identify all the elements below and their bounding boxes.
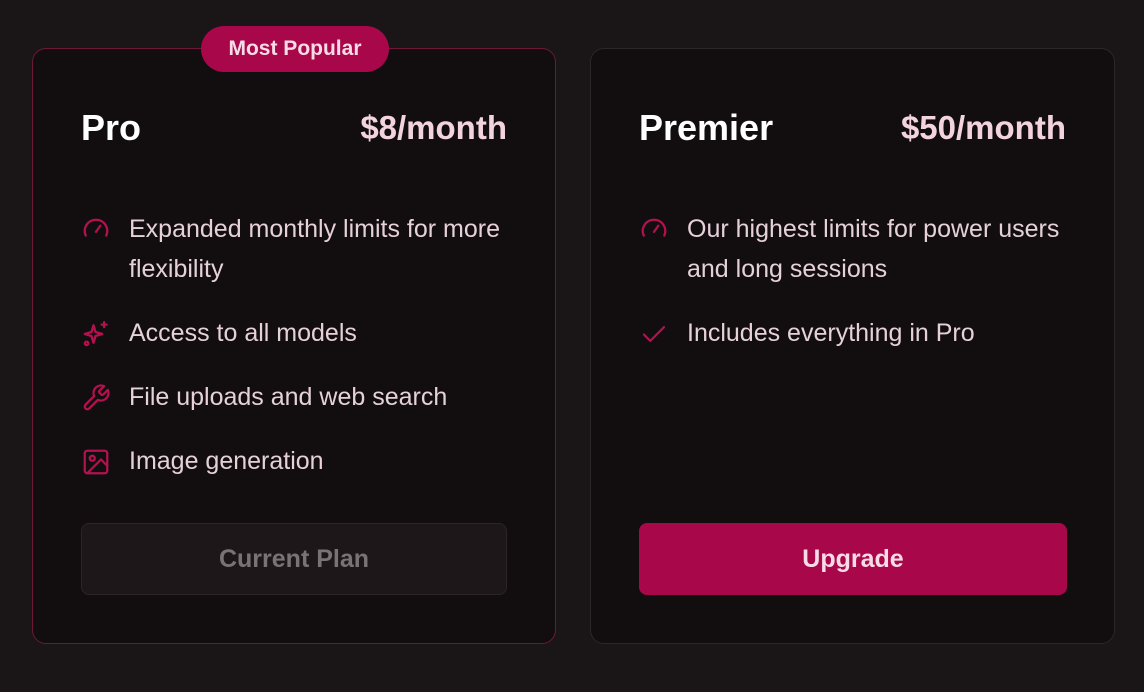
image-icon <box>81 447 111 477</box>
upgrade-button[interactable]: Upgrade <box>639 523 1067 595</box>
feature-item: Image generation <box>81 441 521 481</box>
plan-price: $50/month <box>900 109 1066 146</box>
check-icon <box>639 319 669 349</box>
feature-text: Access to all models <box>129 319 357 347</box>
most-popular-badge: Most Popular <box>201 26 389 72</box>
feature-list: Expanded monthly limits for more flexibi… <box>81 209 521 505</box>
current-plan-button[interactable]: Current Plan <box>81 523 507 595</box>
feature-text: Our highest limits for power users and l… <box>687 215 1060 283</box>
feature-item: Access to all models <box>81 313 521 353</box>
wrench-icon <box>81 383 111 413</box>
plan-price: $8/month <box>360 109 507 146</box>
feature-text: File uploads and web search <box>129 383 448 411</box>
gauge-icon <box>81 215 111 245</box>
feature-item: Our highest limits for power users and l… <box>639 209 1079 289</box>
plan-card-premier: Premier $50/month Our highest limits for… <box>590 48 1115 644</box>
feature-item: Includes everything in Pro <box>639 313 1079 353</box>
feature-list: Our highest limits for power users and l… <box>639 209 1079 377</box>
feature-text: Expanded monthly limits for more flexibi… <box>129 215 500 283</box>
gauge-icon <box>639 215 669 245</box>
sparkles-icon <box>81 319 111 349</box>
feature-item: Expanded monthly limits for more flexibi… <box>81 209 521 289</box>
plan-name: Pro <box>81 107 142 148</box>
feature-item: File uploads and web search <box>81 377 521 417</box>
plan-card-pro: Most Popular Pro $8/month Expanded month… <box>32 26 556 644</box>
feature-text: Includes everything in Pro <box>687 319 975 347</box>
feature-text: Image generation <box>129 447 324 475</box>
plan-name: Premier <box>639 107 774 148</box>
